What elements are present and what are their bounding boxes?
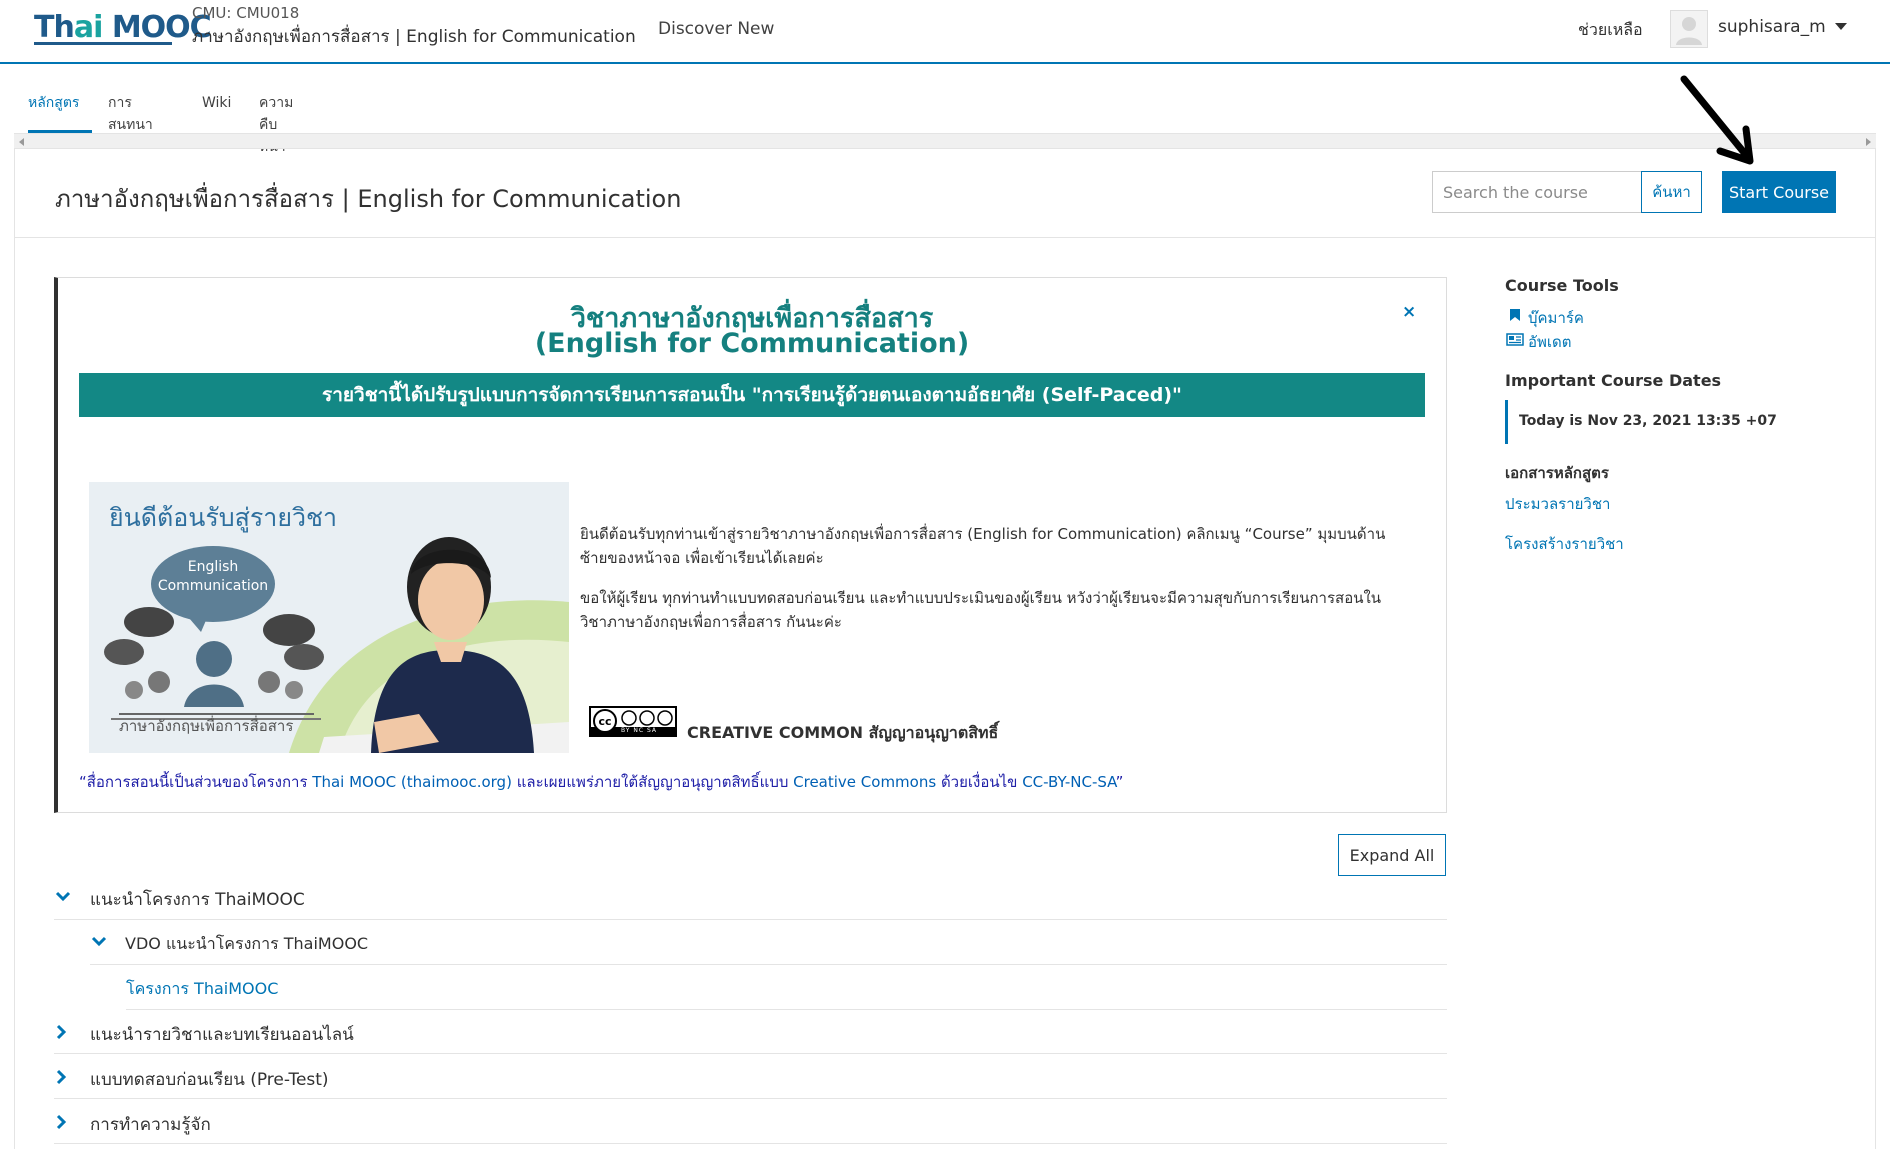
self-paced-banner: รายวิชานี้ได้ปรับรูปแบบการจัดการเรียนการ…: [79, 373, 1425, 417]
start-course-button[interactable]: Start Course: [1722, 171, 1836, 213]
thai-mooc-logo[interactable]: Thai MOOC: [34, 10, 212, 45]
image-heading: ยินดีต้อนรับสู่รายวิชา: [109, 503, 338, 532]
creative-commons-link[interactable]: Creative Commons: [793, 773, 936, 791]
cc-by-nc-sa-link[interactable]: CC-BY-NC-SA: [1022, 773, 1115, 791]
updates-link[interactable]: อัพเดต: [1528, 330, 1572, 354]
license-text-4: ”: [1115, 773, 1124, 791]
image-bubble-line2: Communication: [157, 578, 269, 594]
site-header: Thai MOOC CMU: CMU018 ภาษาอังกฤษเพื่อการ…: [0, 0, 1890, 64]
section-label[interactable]: การทำความรู้จัก: [90, 1111, 211, 1138]
unit-link[interactable]: โครงการ ThaiMOOC: [126, 977, 278, 1002]
section-label[interactable]: แนะนำรายวิชาและบทเรียนออนไลน์: [90, 1021, 354, 1048]
discover-new-link[interactable]: Discover New: [658, 19, 774, 39]
thaimooc-link[interactable]: Thai MOOC (thaimooc.org): [312, 773, 512, 791]
outline-section[interactable]: [54, 1100, 1447, 1144]
expand-all-button[interactable]: Expand All: [1338, 834, 1446, 876]
pointer-arrow-icon: [1680, 75, 1754, 165]
creative-commons-label: CREATIVE COMMON สัญญาอนุญาตสิทธิ์: [687, 723, 999, 742]
course-org: CMU: CMU018: [192, 4, 300, 22]
license-text-1: “สื่อการสอนนี้เป็นส่วนของโครงการ: [79, 773, 313, 791]
cc-badge-text: BY NC SA: [621, 727, 657, 734]
tab-progress[interactable]: ความคืบหน้า: [259, 92, 293, 155]
tab-wiki[interactable]: Wiki: [202, 92, 231, 130]
dismiss-welcome-icon[interactable]: ×: [1402, 302, 1416, 322]
creative-commons-badge[interactable]: cc BY NC SA: [589, 706, 677, 737]
handout-structure-link[interactable]: โครงสร้างรายวิชา: [1505, 532, 1624, 556]
important-dates-heading: Important Course Dates: [1505, 371, 1722, 390]
chevron-right-icon[interactable]: [56, 1069, 68, 1085]
chevron-right-icon[interactable]: [56, 1114, 68, 1130]
welcome-paragraph-1: ยินดีต้อนรับทุกท่านเข้าสู่รายวิชาภาษาอัง…: [580, 525, 1386, 567]
bookmarks-link[interactable]: บุ๊คมาร์ค: [1528, 306, 1584, 330]
outline-unit[interactable]: [126, 966, 1447, 1010]
date-marker: [1505, 400, 1508, 444]
scroll-right-icon[interactable]: [1866, 138, 1871, 146]
scroll-left-icon[interactable]: [19, 138, 24, 146]
user-menu-caret-icon[interactable]: [1835, 23, 1847, 30]
user-avatar-icon: [1676, 17, 1702, 45]
handouts-heading: เอกสารหลักสูตร: [1505, 464, 1609, 482]
handout-syllabus-link[interactable]: ประมวลรายวิชา: [1505, 492, 1610, 516]
course-welcome-image: ยินดีต้อนรับสู่รายวิชา English Communica…: [89, 482, 569, 753]
chevron-down-icon[interactable]: [91, 936, 107, 948]
welcome-title-english: (English for Communication): [534, 328, 970, 359]
subsection-label[interactable]: VDO แนะนำโครงการ ThaiMOOC: [125, 932, 368, 957]
help-link[interactable]: ช่วยเหลือ: [1578, 18, 1643, 43]
username[interactable]: suphisara_m: [1718, 17, 1826, 37]
search-input[interactable]: [1432, 171, 1642, 213]
today-date: Today is Nov 23, 2021 13:35 +07: [1519, 413, 1777, 429]
license-text-3: ด้วยเงื่อนไข: [936, 773, 1023, 791]
horizontal-scrollbar[interactable]: [14, 133, 1876, 149]
license-text-2: และเผยแพร่ภายใต้สัญญาอนุญาตสิทธิ์แบบ: [511, 773, 794, 791]
image-bubble-line1: English: [187, 559, 239, 575]
logo-underline: [34, 42, 172, 45]
tab-discussion[interactable]: การสนทนา: [108, 92, 153, 133]
image-caption: ภาษาอังกฤษเพื่อการสื่อสาร: [119, 717, 294, 735]
bookmark-icon[interactable]: [1509, 308, 1521, 322]
chevron-right-icon[interactable]: [56, 1024, 68, 1040]
license-statement: “สื่อการสอนนี้เป็นส่วนของโครงการ Thai MO…: [79, 770, 1123, 794]
course-tools-heading: Course Tools: [1505, 276, 1619, 295]
section-label[interactable]: แนะนำโครงการ ThaiMOOC: [90, 886, 305, 913]
page-title: ภาษาอังกฤษเพื่อการสื่อสาร | English for …: [55, 185, 682, 213]
search-button[interactable]: ค้นหา: [1641, 171, 1702, 213]
avatar[interactable]: [1670, 10, 1708, 48]
svg-text:cc: cc: [598, 715, 611, 728]
course-name: ภาษาอังกฤษเพื่อการสื่อสาร | English for …: [192, 27, 636, 47]
tab-course[interactable]: หลักสูตร: [28, 92, 92, 134]
image-bubble-text: English Communication: [153, 558, 273, 596]
chevron-down-icon[interactable]: [55, 891, 71, 903]
section-label[interactable]: แบบทดสอบก่อนเรียน (Pre-Test): [90, 1066, 329, 1093]
welcome-paragraph-2: ขอให้ผู้เรียน ทุกท่านทำแบบทดสอบก่อนเรียน…: [580, 589, 1382, 631]
newspaper-icon[interactable]: [1506, 333, 1524, 346]
